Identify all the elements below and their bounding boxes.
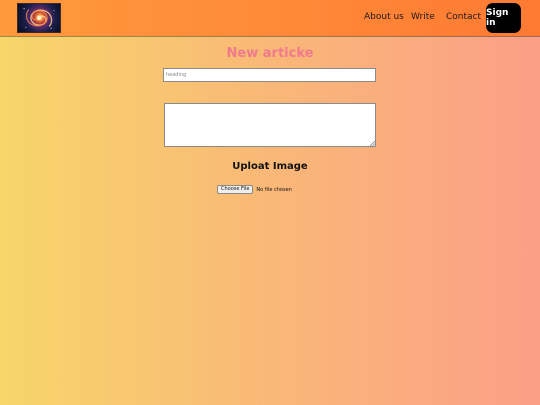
choose-file-button[interactable]: Choose File	[217, 185, 254, 194]
upload-image-heading: Uploat Image	[232, 161, 308, 172]
article-body-textarea[interactable]	[164, 103, 376, 147]
page-title: New articke	[226, 46, 314, 61]
resize-grip-icon[interactable]	[369, 140, 375, 146]
heading-input[interactable]	[163, 68, 376, 82]
file-upload-control: Choose File No file chosen	[217, 185, 292, 194]
top-navbar: About us Write Contact Sign in	[0, 0, 540, 36]
galaxy-logo-icon[interactable]	[17, 3, 61, 33]
file-status-text: No file chosen	[256, 186, 292, 193]
sign-in-button[interactable]: Sign in	[486, 3, 521, 33]
nav-link-write[interactable]: Write	[411, 12, 435, 22]
nav-link-contact[interactable]: Contact	[446, 12, 481, 22]
nav-link-about-us[interactable]: About us	[364, 12, 404, 22]
